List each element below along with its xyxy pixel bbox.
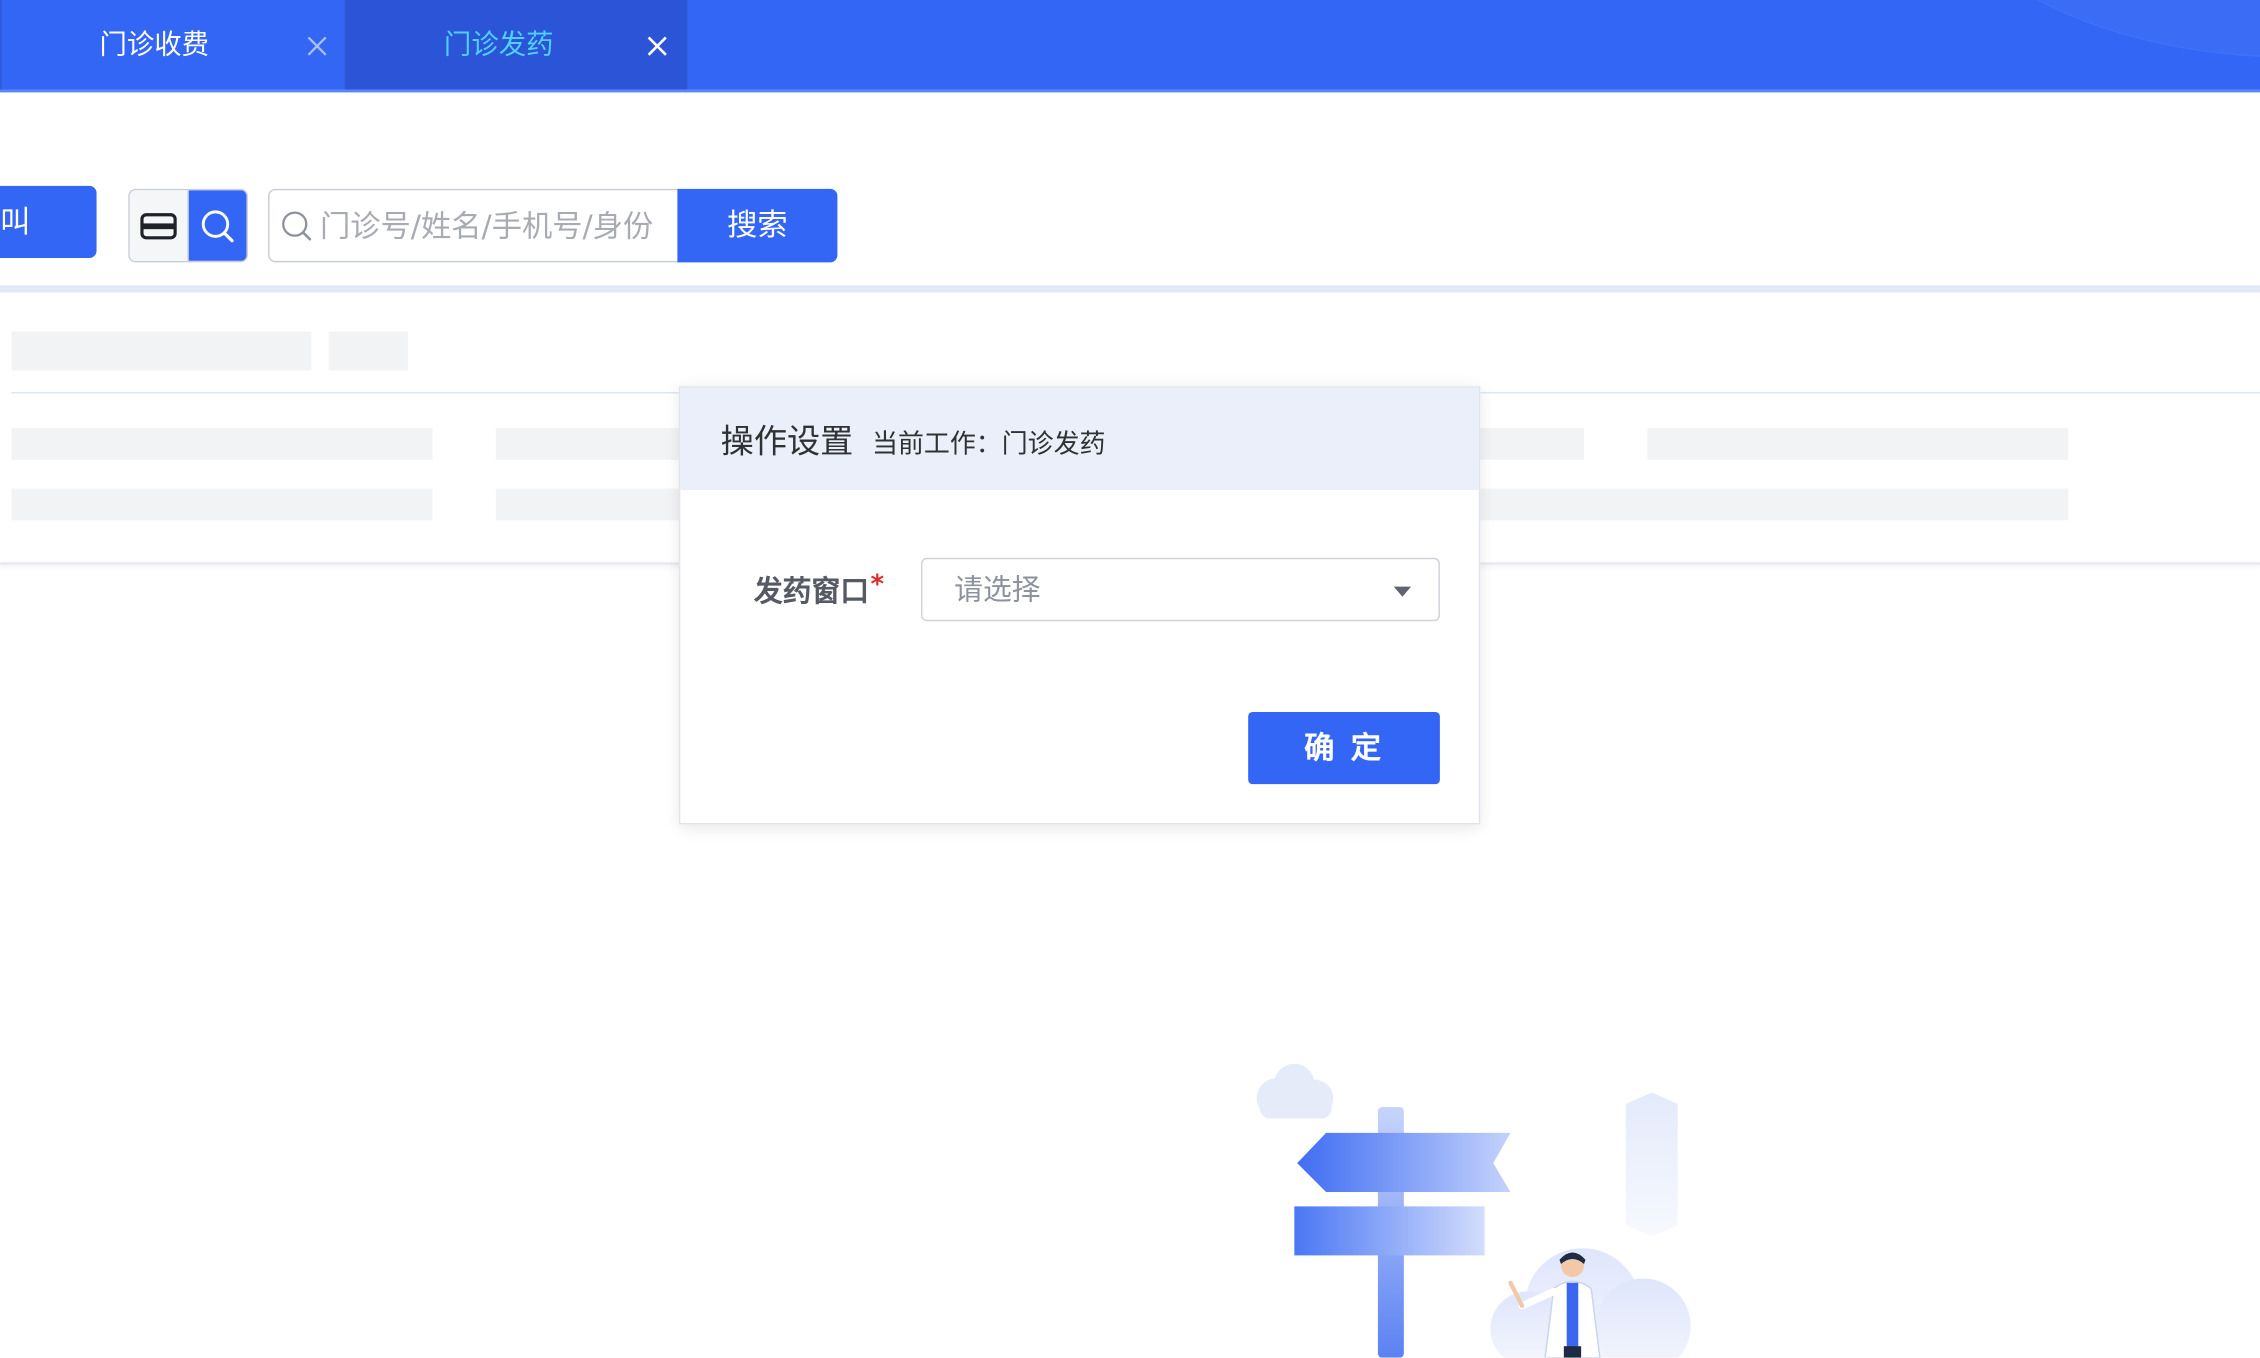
close-icon[interactable] xyxy=(306,35,329,58)
skeleton-block xyxy=(328,331,408,371)
search-field[interactable] xyxy=(268,188,679,263)
card-reader-icon[interactable] xyxy=(129,190,189,261)
tab-label: 门诊收费 xyxy=(99,28,210,61)
caret-down-icon xyxy=(1393,586,1412,597)
confirm-button[interactable]: 确 定 xyxy=(1248,712,1440,785)
search-icon[interactable] xyxy=(188,190,247,261)
skeleton-block xyxy=(1647,428,2069,460)
search-button[interactable]: 搜索 xyxy=(677,188,838,263)
search-mode-toggle xyxy=(128,188,248,263)
tab-bar: 门诊收费 门诊发药 xyxy=(0,0,2260,93)
close-icon[interactable] xyxy=(646,35,669,58)
tab-outpatient-dispensing[interactable]: 门诊发药 xyxy=(345,0,688,90)
field-label-text: 发药窗口 xyxy=(753,573,870,609)
skeleton-block xyxy=(495,428,684,460)
skeleton-block xyxy=(11,428,433,460)
tab-label: 门诊发药 xyxy=(443,28,554,61)
search-icon xyxy=(280,208,320,243)
dispensing-window-label: 发药窗口* xyxy=(753,569,885,612)
dispensing-window-select[interactable]: 请选择 xyxy=(921,557,1440,622)
empty-state-illustration xyxy=(1256,1063,1691,1358)
skeleton-block xyxy=(1477,488,2069,521)
skeleton-block xyxy=(495,488,684,521)
divider xyxy=(0,285,2260,293)
skeleton-block xyxy=(1477,428,1585,460)
skeleton-block xyxy=(11,488,433,521)
call-button[interactable]: 叫 xyxy=(0,185,97,258)
dialog-subtitle: 当前工作：门诊发药 xyxy=(872,429,1106,460)
header-decoration xyxy=(1916,0,2260,58)
search-input[interactable] xyxy=(319,208,666,243)
skeleton-block xyxy=(11,331,312,371)
dialog-title: 操作设置 xyxy=(720,423,854,462)
operation-settings-dialog: 操作设置 当前工作：门诊发药 发药窗口* 请选择 确 定 xyxy=(678,386,1481,825)
select-placeholder: 请选择 xyxy=(954,572,1041,607)
required-mark: * xyxy=(870,569,885,600)
dialog-header: 操作设置 当前工作：门诊发药 xyxy=(680,387,1479,491)
tab-outpatient-charge[interactable]: 门诊收费 xyxy=(0,0,346,90)
